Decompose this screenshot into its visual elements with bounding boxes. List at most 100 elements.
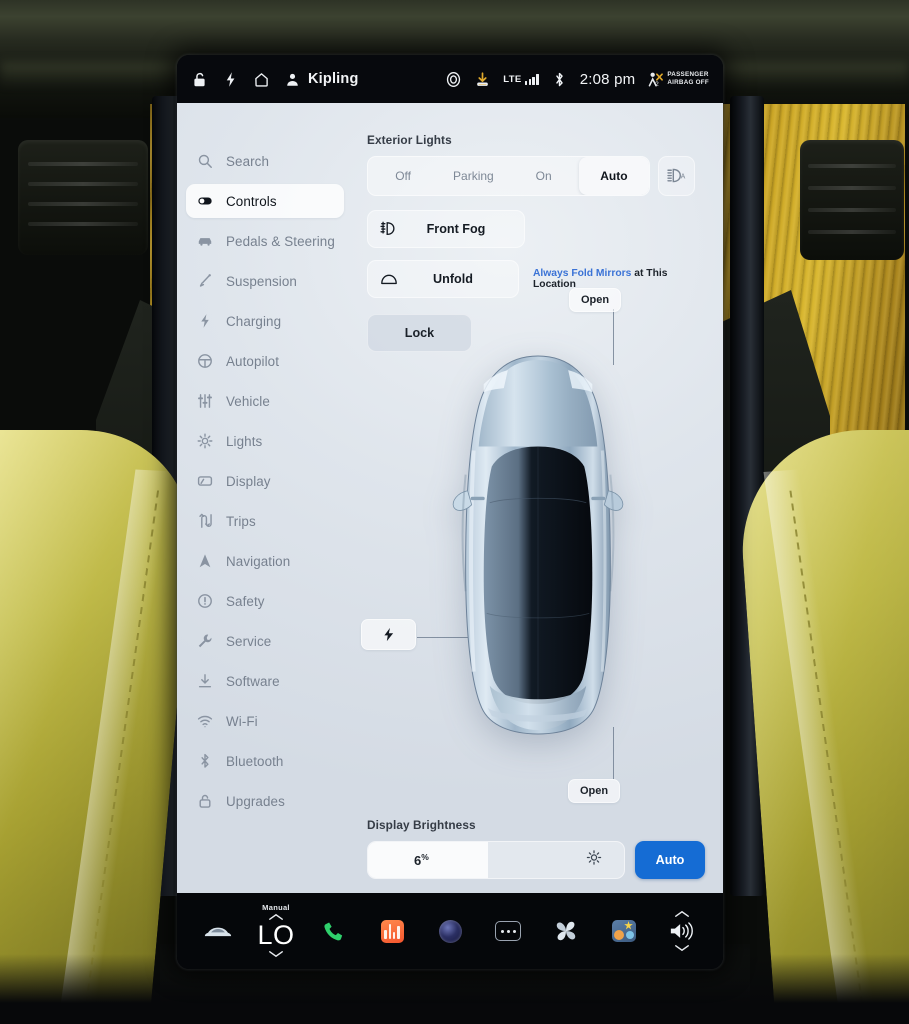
lights-option-off[interactable]: Off <box>368 157 438 195</box>
vehicle-diagram: Open Open <box>353 288 723 803</box>
download-icon <box>198 674 212 688</box>
sidebar-item-search[interactable]: Search <box>186 144 344 178</box>
bolt-icon[interactable] <box>222 71 239 88</box>
climate-mode-label: Manual <box>262 903 290 913</box>
sidebar-item-vehicle[interactable]: Vehicle <box>186 384 344 418</box>
profile-button[interactable]: Kipling <box>284 71 359 88</box>
sidebar-item-trips[interactable]: Trips <box>186 504 344 538</box>
car-front-icon <box>198 238 212 246</box>
display-brightness-section: Display Brightness 6% Auto <box>367 818 705 879</box>
sidebar-item-navigation[interactable]: Navigation <box>186 544 344 578</box>
dock-car-button[interactable] <box>189 922 247 940</box>
volume-up-icon[interactable] <box>674 910 690 918</box>
lights-option-on[interactable]: On <box>509 157 579 195</box>
sidebar-item-autopilot[interactable]: Autopilot <box>186 344 344 378</box>
dock-climate-temp[interactable]: Manual LO <box>247 904 305 958</box>
sidebar-item-upgrades[interactable]: Upgrades <box>186 784 344 818</box>
fan-icon <box>556 921 576 941</box>
always-fold-mirrors-link[interactable]: Always Fold Mirrors <box>533 268 631 279</box>
sidebar-item-service[interactable]: Service <box>186 624 344 658</box>
lights-option-auto[interactable]: Auto <box>578 157 649 195</box>
shock-icon <box>199 274 211 287</box>
lights-option-parking[interactable]: Parking <box>438 157 508 195</box>
sidebar-item-pedals-steering[interactable]: Pedals & Steering <box>186 224 344 258</box>
car-icon <box>204 927 232 937</box>
car-illustration <box>452 355 624 735</box>
sidebar-item-lights[interactable]: Lights <box>186 424 344 458</box>
auto-highbeam-button[interactable]: A <box>658 156 695 196</box>
steering-wheel-icon <box>198 354 212 368</box>
dock-camera-button[interactable] <box>421 919 479 943</box>
sidebar-label: Upgrades <box>226 793 285 809</box>
bolt-icon <box>384 627 394 642</box>
exterior-lights-segmented-control[interactable]: Off Parking On Auto <box>367 156 650 196</box>
sidebar-item-software[interactable]: Software <box>186 664 344 698</box>
controls-main-panel: Exterior Lights Off Parking On Auto A Fr… <box>353 103 723 893</box>
sidebar-label: Pedals & Steering <box>226 233 335 249</box>
front-fog-label: Front Fog <box>426 222 486 236</box>
air-vent-left <box>18 140 148 255</box>
sidebar-item-charging[interactable]: Charging <box>186 304 344 338</box>
camera-icon <box>438 919 462 943</box>
media-icon <box>380 919 404 943</box>
sidebar-label: Suspension <box>226 273 297 289</box>
volume-icon[interactable] <box>669 921 695 941</box>
mirror-icon <box>380 272 400 286</box>
more-dots-icon <box>495 921 521 941</box>
sidebar-label: Wi-Fi <box>226 713 258 729</box>
clock: 2:08 pm <box>579 70 636 88</box>
sidebar-item-wifi[interactable]: Wi-Fi <box>186 704 344 738</box>
bluetooth-icon[interactable] <box>551 71 568 88</box>
unfold-mirrors-label: Unfold <box>433 272 473 286</box>
sidebar-item-bluetooth[interactable]: Bluetooth <box>186 744 344 778</box>
apps-icon <box>612 920 636 942</box>
volume-down-icon[interactable] <box>674 944 690 952</box>
brightness-slider[interactable]: 6% <box>367 841 625 879</box>
bluetooth-icon <box>201 753 209 768</box>
cellular-indicator: LTE <box>503 73 539 85</box>
display-icon <box>197 476 213 486</box>
lock-icon <box>199 794 211 808</box>
air-vent-right <box>800 140 904 260</box>
home-icon[interactable] <box>253 71 270 88</box>
sidebar-item-display[interactable]: Display <box>186 464 344 498</box>
sidebar-item-suspension[interactable]: Suspension <box>186 264 344 298</box>
tesla-model-s-topview <box>437 354 639 736</box>
dock-apps-button[interactable] <box>595 920 653 942</box>
dock-more-button[interactable] <box>479 921 537 941</box>
front-fog-button[interactable]: Front Fog <box>367 210 525 248</box>
dock-volume-button[interactable] <box>653 910 711 952</box>
search-icon <box>198 154 212 168</box>
brightness-auto-button[interactable]: Auto <box>635 841 705 879</box>
always-fold-mirrors-note[interactable]: Always Fold Mirrors at This Location <box>533 268 705 290</box>
sidebar-item-safety[interactable]: Safety <box>186 584 344 618</box>
person-icon <box>287 73 298 86</box>
tesla-touchscreen[interactable]: Kipling LTE 2:08 pm 2 PASSENGER AIRBAG O… <box>177 55 723 969</box>
passenger-airbag-indicator: 2 PASSENGER AIRBAG OFF <box>647 71 709 87</box>
download-arrow-icon[interactable] <box>474 71 491 88</box>
sidebar-label: Display <box>226 473 271 489</box>
charge-port-button[interactable] <box>361 619 416 650</box>
dock-phone-button[interactable] <box>305 920 363 943</box>
front-trunk-open-button[interactable]: Open <box>569 288 622 312</box>
rear-trunk-open-button[interactable]: Open <box>568 779 621 803</box>
wifi-icon <box>197 715 213 728</box>
sun-icon <box>586 850 602 871</box>
brightness-value-wrap: 6% <box>414 852 429 868</box>
sidebar-item-controls[interactable]: Controls <box>186 184 344 218</box>
sidebar-label: Controls <box>226 193 277 209</box>
airbag-line-2: AIRBAG OFF <box>667 79 709 86</box>
sidebar-label: Safety <box>226 593 265 609</box>
phone-icon <box>323 921 342 940</box>
toggle-icon <box>198 197 212 205</box>
wrench-icon <box>198 634 212 648</box>
sun-icon <box>197 433 213 449</box>
circle-target-icon[interactable] <box>445 71 462 88</box>
settings-sidebar: Search Controls Pedals & Steering Suspen… <box>177 103 353 893</box>
dock-fan-button[interactable] <box>537 919 595 943</box>
dock-media-button[interactable] <box>363 919 421 943</box>
seat-right <box>734 430 909 1024</box>
auto-highbeam-icon: A <box>667 168 686 183</box>
chevron-down-icon[interactable] <box>268 950 284 958</box>
unlock-icon[interactable] <box>191 71 208 88</box>
